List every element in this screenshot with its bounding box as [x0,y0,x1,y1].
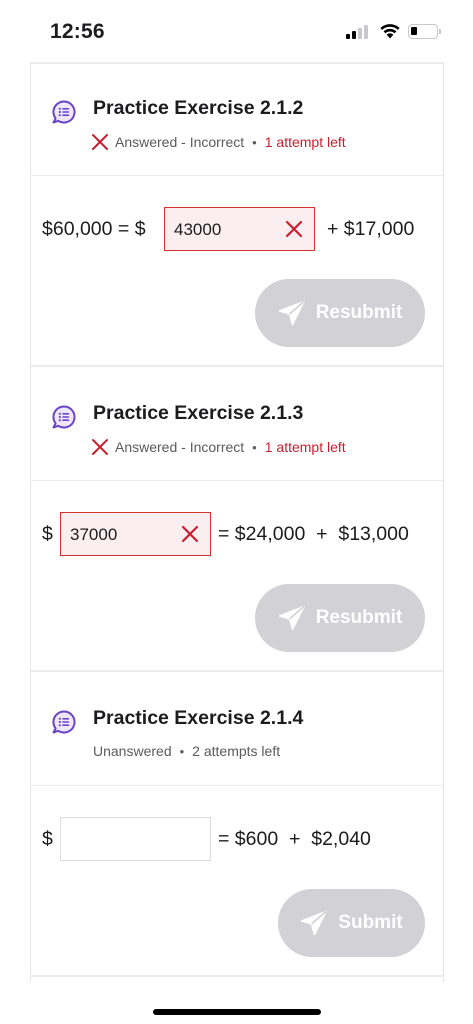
status-text: Answered - Incorrect [115,134,245,150]
exercise-title: Practice Exercise 2.1.4 [93,707,304,729]
exercise-title: Practice Exercise 2.1.3 [93,402,304,424]
status-separator: • [252,134,257,150]
exercise-status: Answered - Incorrect • 1 attempt left [91,133,346,151]
equation-row: $ = $600 + $2,040 [31,817,443,861]
exercise-card-2-1-2: Practice Exercise 2.1.2 Answered - Incor… [31,62,443,367]
send-icon [278,300,305,326]
status-separator: • [252,439,257,455]
attempts-left: 1 attempt left [264,439,346,455]
status-time: 12:56 [50,20,105,43]
divider [31,975,443,977]
exercise-card-2-1-3: Practice Exercise 2.1.3 Answered - Incor… [31,367,443,672]
incorrect-x-icon [285,220,303,238]
exercise-chat-icon [52,100,76,124]
equation-lhs: $ [42,828,53,850]
button-label: Submit [338,912,403,933]
attempts-left: 2 attempts left [192,743,281,759]
resubmit-button[interactable]: Resubmit [255,584,425,652]
status-text: Answered - Incorrect [115,439,245,455]
submit-button[interactable]: Submit [278,889,425,957]
equation-rhs: + $17,000 [327,218,415,240]
wifi-icon [380,24,400,39]
home-indicator[interactable] [153,1009,321,1015]
button-label: Resubmit [315,607,403,628]
send-icon [278,605,305,631]
exercise-list[interactable]: Practice Exercise 2.1.2 Answered - Incor… [30,62,444,982]
incorrect-x-icon [92,439,108,455]
incorrect-x-icon [92,134,108,150]
status-bar: 12:56 [0,0,473,62]
battery-icon [408,24,438,39]
exercise-header: Practice Exercise 2.1.2 Answered - Incor… [31,62,443,176]
exercise-header: Practice Exercise 2.1.4 Unanswered • 2 a… [31,672,443,786]
answer-input[interactable]: 43000 [164,207,315,251]
equation-lhs: $60,000 = $ [42,218,146,240]
exercise-status: Answered - Incorrect • 1 attempt left [91,438,346,456]
send-icon [301,910,328,936]
cellular-signal-icon [346,25,370,39]
exercise-chat-icon [52,405,76,429]
button-label: Resubmit [315,302,403,323]
incorrect-x-icon [181,525,199,543]
attempts-left: 1 attempt left [264,134,346,150]
answer-input[interactable]: 37000 [60,512,211,556]
equation-row: $ 37000 = $24,000 + $13,000 [31,512,443,556]
answer-input[interactable] [60,817,211,861]
answer-value: 43000 [174,220,222,239]
exercise-card-2-1-4: Practice Exercise 2.1.4 Unanswered • 2 a… [31,672,443,977]
exercise-title: Practice Exercise 2.1.2 [93,97,304,119]
status-text: Unanswered [93,743,172,759]
exercise-status: Unanswered • 2 attempts left [93,743,280,759]
battery-nub [439,29,441,34]
exercise-header: Practice Exercise 2.1.3 Answered - Incor… [31,367,443,481]
exercise-chat-icon [52,710,76,734]
status-separator: • [179,743,185,759]
equation-row: $60,000 = $ 43000 + $17,000 [31,207,443,251]
equation-lhs: $ [42,523,53,545]
equation-rhs: = $600 + $2,040 [218,828,371,850]
resubmit-button[interactable]: Resubmit [255,279,425,347]
answer-value: 37000 [70,525,118,544]
equation-rhs: = $24,000 + $13,000 [218,523,409,545]
